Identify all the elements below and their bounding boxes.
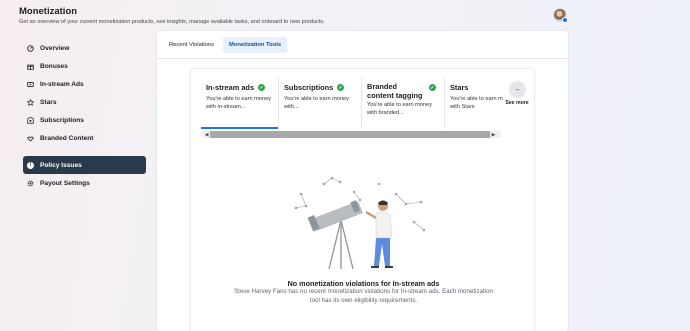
empty-state-description: Steve Harvey Fans has no recent monetiza…	[234, 288, 493, 304]
scroll-right-icon[interactable]: ▶	[490, 132, 497, 138]
sidebar-item-label: Branded Content	[40, 134, 94, 142]
check-icon: ✓	[258, 84, 266, 91]
tool-name: In-stream ads ✓	[206, 83, 273, 92]
sidebar-item-branded-content[interactable]: Branded Content	[23, 129, 146, 147]
sidebar-item-label: Policy Issues	[40, 161, 82, 169]
gear-icon	[27, 180, 34, 187]
sidebar-item-overview[interactable]: Overview	[23, 39, 146, 57]
tab-bar: Recent Violations Monetization Tools	[157, 31, 568, 59]
exclamation-icon: !	[27, 161, 34, 169]
tool-name: Subscriptions ✓	[284, 83, 356, 92]
empty-state-title: No monetization violations for In-stream…	[287, 279, 440, 288]
tool-name-text: Subscriptions	[284, 83, 334, 92]
tool-name: Stars	[450, 83, 498, 92]
overview-icon	[27, 44, 34, 52]
see-more-button[interactable]: → See more	[505, 81, 529, 106]
sidebar-item-label: Subscriptions	[40, 116, 84, 124]
tool-carousel: In-stream ads ✓ You're able to earn mone…	[201, 77, 529, 135]
sidebar-item-label: Payout Settings	[40, 179, 90, 187]
avatar[interactable]	[553, 8, 568, 23]
star-icon	[27, 98, 34, 106]
scrollbar-thumb[interactable]	[210, 131, 490, 138]
check-icon: ✓	[429, 84, 436, 91]
bonuses-icon	[27, 63, 34, 70]
subscriptions-icon	[27, 116, 34, 124]
tool-desc: You're able to earn money with branded..…	[367, 102, 432, 116]
tools-card: In-stream ads ✓ You're able to earn mone…	[190, 68, 535, 331]
tool-card-in-stream-ads[interactable]: In-stream ads ✓ You're able to earn mone…	[201, 77, 279, 129]
page-subtitle: Get an overview of your current monetiza…	[19, 19, 325, 25]
sidebar-item-subscriptions[interactable]: Subscriptions	[23, 111, 146, 129]
sidebar-item-label: Overview	[40, 44, 70, 52]
scroll-left-icon[interactable]: ◀	[203, 132, 210, 138]
page-badge-icon	[562, 17, 568, 23]
sidebar-item-policy-issues[interactable]: ! Policy Issues	[23, 156, 146, 174]
tool-name-text: Stars	[450, 83, 469, 92]
tool-name-text: Branded content tagging	[367, 82, 423, 100]
sidebar: Overview Bonuses In-stream Ads Stars Sub…	[23, 39, 146, 192]
check-icon: ✓	[337, 84, 345, 91]
tool-name: Branded content tagging ✓	[367, 82, 439, 100]
sidebar-item-payout-settings[interactable]: Payout Settings	[23, 174, 146, 192]
in-stream-ads-icon	[27, 81, 34, 88]
sidebar-item-bonuses[interactable]: Bonuses	[23, 57, 146, 75]
page-header: Monetization Get an overview of your cur…	[19, 6, 325, 25]
tool-card-branded-content[interactable]: Branded content tagging ✓ You're able to…	[362, 77, 445, 129]
tool-card-stars[interactable]: Stars You're able to earn money with Sta…	[445, 77, 503, 129]
tab-monetization-tools[interactable]: Monetization Tools	[223, 37, 288, 53]
main-panel: Recent Violations Monetization Tools In-…	[157, 31, 568, 331]
sidebar-item-stars[interactable]: Stars	[23, 93, 146, 111]
tool-desc: You're able to earn money with...	[284, 96, 349, 110]
tool-desc: You're able to earn money with Stars	[450, 96, 503, 110]
see-more-label: See more	[505, 100, 529, 106]
tool-card-subscriptions[interactable]: Subscriptions ✓ You're able to earn mone…	[279, 77, 362, 129]
horizontal-scrollbar[interactable]: ◀ ▶	[203, 131, 501, 138]
handshake-icon	[27, 135, 34, 142]
sidebar-item-label: Stars	[40, 98, 57, 106]
sidebar-item-label: In-stream Ads	[40, 80, 84, 88]
sidebar-item-in-stream-ads[interactable]: In-stream Ads	[23, 75, 146, 93]
sidebar-item-label: Bonuses	[40, 62, 68, 70]
tool-name-text: In-stream ads	[206, 83, 255, 92]
telescope-illustration	[294, 176, 426, 270]
page-title: Monetization	[19, 6, 78, 17]
arrow-right-icon: →	[508, 81, 526, 98]
tab-recent-violations[interactable]: Recent Violations	[163, 37, 220, 53]
tool-desc: You're able to earn money with in-stream…	[206, 96, 271, 110]
sidebar-divider	[23, 147, 146, 156]
